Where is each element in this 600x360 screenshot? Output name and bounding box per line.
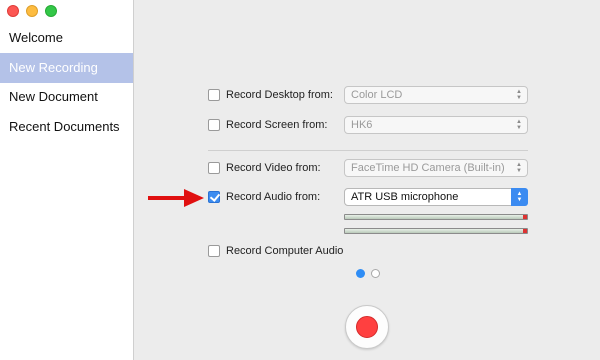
record-screen-row: Record Screen from: [208,116,327,134]
app-window: Welcome New Recording New Document Recen… [0,0,600,360]
audio-peak-indicator [523,215,527,219]
page-indicator [356,269,380,278]
record-video-row: Record Video from: [208,159,321,177]
main-panel: Record Desktop from: Color LCD ▲ ▼ Record… [134,0,600,360]
window-controls [7,5,57,17]
record-desktop-value: Color LCD [351,89,403,101]
record-screen-checkbox[interactable] [208,119,220,131]
sidebar-item-new-recording[interactable]: New Recording [0,53,133,83]
record-computer-audio-label: Record Computer Audio [226,245,344,257]
audio-peak-indicator [523,229,527,233]
audio-level-meter-left [344,214,528,220]
record-video-select[interactable]: FaceTime HD Camera (Built-in) ▲ ▼ [344,159,528,177]
page-dot-2[interactable] [371,269,380,278]
sidebar-item-label: Welcome [9,30,63,45]
record-icon [356,316,378,338]
record-button[interactable] [345,305,389,349]
sidebar-item-recent-documents[interactable]: Recent Documents [0,112,133,142]
record-audio-label: Record Audio from: [226,191,321,203]
record-video-checkbox[interactable] [208,162,220,174]
sidebar-item-label: New Document [9,89,98,104]
record-screen-select[interactable]: HK6 ▲ ▼ [344,116,528,134]
sidebar-item-label: New Recording [9,60,98,75]
record-computer-audio-row: Record Computer Audio [208,242,343,260]
audio-level-meter-right [344,228,528,234]
up-down-chevron-icon: ▲ ▼ [516,162,522,174]
sidebar-item-new-document[interactable]: New Document [0,82,133,112]
up-down-chevron-icon: ▲ ▼ [516,89,522,101]
sidebar: Welcome New Recording New Document Recen… [0,0,134,360]
record-audio-select[interactable]: ATR USB microphone ▲ ▼ [344,188,528,206]
record-audio-checkbox[interactable] [208,191,220,203]
record-screen-value: HK6 [351,119,373,131]
sidebar-item-label: Recent Documents [9,119,120,134]
zoom-window-button[interactable] [45,5,57,17]
record-audio-row: Record Audio from: [208,188,320,206]
minimize-window-button[interactable] [26,5,38,17]
section-divider [208,150,528,151]
record-desktop-row: Record Desktop from: [208,86,333,104]
up-down-chevron-icon: ▲ ▼ [511,188,528,206]
record-desktop-select[interactable]: Color LCD ▲ ▼ [344,86,528,104]
red-arrow-icon [148,189,204,207]
record-audio-value: ATR USB microphone [351,191,459,203]
record-video-value: FaceTime HD Camera (Built-in) [351,162,505,174]
record-video-label: Record Video from: [226,162,321,174]
record-desktop-label: Record Desktop from: [226,89,333,101]
page-dot-1[interactable] [356,269,365,278]
record-computer-audio-checkbox[interactable] [208,245,220,257]
record-desktop-checkbox[interactable] [208,89,220,101]
audio-level-fill [345,215,524,219]
up-down-chevron-icon: ▲ ▼ [516,119,522,131]
close-window-button[interactable] [7,5,19,17]
audio-level-fill [345,229,524,233]
sidebar-item-welcome[interactable]: Welcome [0,23,133,53]
record-screen-label: Record Screen from: [226,119,328,131]
